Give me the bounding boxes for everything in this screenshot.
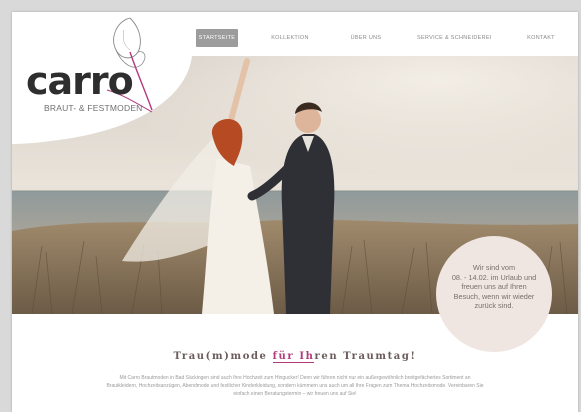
intro-text: Mit Carro Brautmoden in Bad Säckingen si…	[42, 374, 548, 398]
nav-service-schneiderei[interactable]: SERVICE & SCHNEIDEREI	[417, 29, 491, 47]
nav-ueber-uns[interactable]: ÜBER UNS	[350, 29, 382, 47]
headline-accent: für Ih	[272, 351, 315, 363]
notice-line-3: freuen uns auf Ihren	[461, 282, 527, 292]
nav-kontakt[interactable]: KONTAKT	[522, 29, 560, 47]
notice-line-2: 08. - 14.02. im Urlaub und	[451, 272, 537, 282]
notice-line-1: Wir sind vom	[472, 263, 516, 272]
headline-start: Trau(m)mode	[173, 351, 273, 362]
brand-logo[interactable]: carro BRAUT- & FESTMODEN	[12, 12, 212, 132]
notice-line-4: Besuch, wenn wir wieder	[453, 291, 535, 301]
logo-wordmark: carro	[26, 59, 134, 103]
intro-line-1: Mit Carro Brautmoden in Bad Säckingen si…	[119, 375, 471, 381]
holiday-notice-badge: Wir sind vom 08. - 14.02. im Urlaub und …	[436, 236, 552, 352]
intro-line-2: Brautkleidern, Hochzeitsanzügen, Abendmo…	[106, 383, 484, 389]
page: STARTSEITE KOLLEKTION ÜBER UNS SERVICE &…	[12, 12, 578, 412]
logo-tagline: BRAUT- & FESTMODEN	[44, 103, 143, 113]
nav-kollektion[interactable]: KOLLEKTION	[270, 29, 310, 47]
notice-line-5: zurück sind.	[474, 301, 514, 311]
headline-end: ren Traumtag!	[314, 351, 417, 362]
intro-line-3: einfach einen Beratungstermin – wir freu…	[233, 391, 357, 397]
page-headline: Trau(m)mode für Ihren Traumtag!	[12, 351, 578, 363]
